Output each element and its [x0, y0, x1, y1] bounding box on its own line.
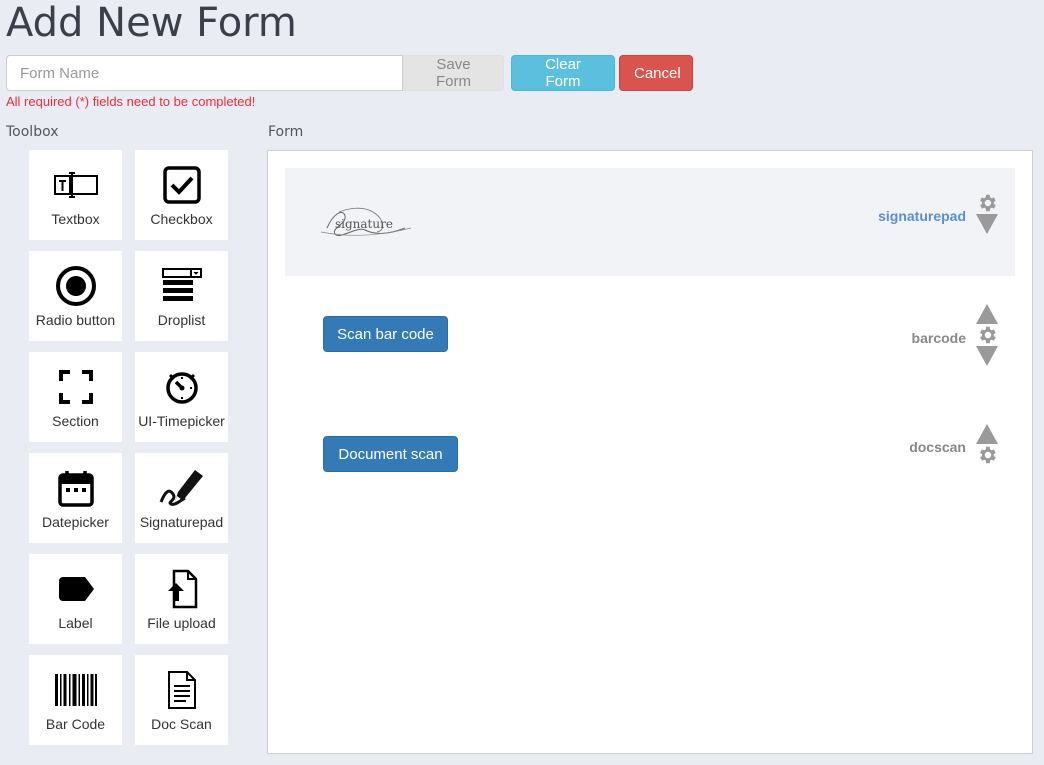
tool-label: Bar Code [45, 716, 106, 732]
tool-file-upload[interactable]: File upload [135, 554, 228, 644]
form-header-row: Save Form Clear Form Cancel [6, 55, 693, 91]
tool-datepicker[interactable]: Datepicker [29, 453, 122, 543]
scan-bar-code-button[interactable]: Scan bar code [323, 316, 448, 352]
signature-image: signature [320, 207, 412, 236]
document-icon [158, 670, 206, 710]
move-down-icon[interactable] [976, 214, 998, 234]
save-form-button[interactable]: Save Form [403, 55, 504, 91]
signature-text: signature [335, 217, 393, 231]
clear-form-button[interactable]: Clear Form [511, 55, 615, 91]
toolbox-heading: Toolbox [6, 124, 59, 140]
form-field-signaturepad[interactable]: signature signaturepad [285, 168, 1015, 276]
move-up-icon[interactable] [976, 424, 998, 444]
file-upload-icon [158, 569, 206, 609]
form-name-input[interactable] [6, 55, 403, 91]
document-scan-button[interactable]: Document scan [323, 436, 458, 472]
tool-droplist[interactable]: Droplist [135, 251, 228, 341]
tool-label: Radio button [35, 312, 116, 328]
radio-icon [52, 266, 100, 306]
tool-label: Doc Scan [151, 716, 212, 732]
tag-icon [52, 569, 100, 609]
field-name-signaturepad[interactable]: signaturepad [878, 208, 966, 224]
clock-icon [158, 367, 206, 407]
tool-radio-button[interactable]: Radio button [29, 251, 122, 341]
tool-label: File upload [147, 615, 216, 631]
form-canvas[interactable]: signature signaturepad Scan bar code bar… [267, 150, 1033, 754]
field-controls [975, 304, 999, 366]
checkbox-icon [158, 165, 206, 205]
tool-label-element[interactable]: Label [29, 554, 122, 644]
tool-label: Signaturepad [139, 514, 224, 530]
textbox-icon [52, 165, 100, 205]
cancel-button[interactable]: Cancel [619, 55, 693, 91]
tool-label: Label [58, 615, 93, 631]
tool-label: Datepicker [42, 514, 109, 530]
tool-signaturepad[interactable]: Signaturepad [135, 453, 228, 543]
field-controls [975, 424, 999, 466]
gear-icon[interactable] [976, 324, 998, 346]
tool-doc-scan[interactable]: Doc Scan [135, 655, 228, 745]
move-up-icon[interactable] [976, 304, 998, 324]
tool-ui-timepicker[interactable]: UI-Timepicker [135, 352, 228, 442]
form-heading: Form [268, 124, 304, 140]
field-name-barcode[interactable]: barcode [912, 330, 966, 346]
barcode-icon [52, 670, 100, 710]
move-down-icon[interactable] [976, 346, 998, 366]
tool-bar-code[interactable]: Bar Code [29, 655, 122, 745]
tool-textbox[interactable]: Textbox [29, 150, 122, 240]
droplist-icon [158, 266, 206, 306]
field-name-docscan[interactable]: docscan [909, 439, 966, 455]
tool-label: Checkbox [150, 211, 213, 227]
tool-checkbox[interactable]: Checkbox [135, 150, 228, 240]
section-icon [52, 367, 100, 407]
field-controls [975, 192, 999, 234]
page-title: Add New Form [6, 0, 297, 46]
tool-label: Section [52, 413, 99, 429]
validation-error-message: All required (*) fields need to be compl… [6, 94, 256, 109]
gear-icon[interactable] [976, 444, 998, 466]
calendar-icon [52, 468, 100, 508]
pen-signature-icon [158, 468, 206, 508]
tool-label: UI-Timepicker [138, 413, 225, 429]
tool-label: Droplist [157, 312, 206, 328]
tool-label: Textbox [51, 211, 100, 227]
form-field-barcode[interactable]: Scan bar code barcode [285, 287, 1015, 387]
tool-section[interactable]: Section [29, 352, 122, 442]
gear-icon[interactable] [976, 192, 998, 214]
form-field-docscan[interactable]: Document scan docscan [285, 413, 1015, 493]
